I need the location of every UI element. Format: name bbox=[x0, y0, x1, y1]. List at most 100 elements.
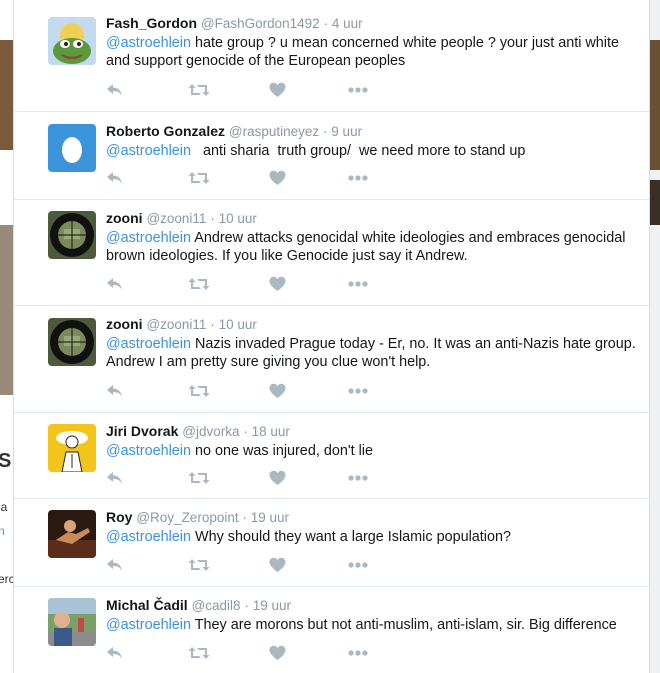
tweet[interactable]: Michal Čadil @cadil8 · 19 uur @astroehle… bbox=[14, 587, 649, 673]
cartoon-avatar[interactable] bbox=[48, 424, 96, 472]
retweet-icon bbox=[188, 647, 210, 659]
tweet-author-handle[interactable]: @FashGordon1492 bbox=[201, 16, 320, 31]
reply-button[interactable] bbox=[106, 168, 124, 188]
default-egg-avatar[interactable] bbox=[48, 124, 96, 172]
like-icon bbox=[269, 383, 286, 398]
tweet-author-handle[interactable]: @jdvorka bbox=[182, 424, 239, 439]
mention-link[interactable]: @astroehlein bbox=[106, 35, 191, 51]
tweet-timestamp[interactable]: 10 uur bbox=[219, 317, 257, 332]
tweet[interactable]: Fash_Gordon @FashGordon1492 · 4 uur @ast… bbox=[14, 0, 649, 112]
photo-avatar[interactable] bbox=[48, 510, 96, 558]
scope-avatar[interactable] bbox=[48, 211, 96, 259]
tweet-text: @astroehlein hate group ? u mean concern… bbox=[106, 34, 637, 70]
retweet-button[interactable] bbox=[188, 468, 210, 488]
like-button[interactable] bbox=[269, 468, 286, 488]
like-button[interactable] bbox=[269, 643, 286, 663]
reply-icon bbox=[107, 559, 122, 571]
retweet-icon bbox=[188, 84, 210, 96]
background-text-fragment: ia bbox=[0, 500, 8, 514]
tweet[interactable]: Jiri Dvorak @jdvorka · 18 uur @astroehle… bbox=[14, 413, 649, 499]
background-image-fragment bbox=[650, 40, 660, 170]
mention-link[interactable]: @astroehlein bbox=[106, 529, 191, 545]
retweet-button[interactable] bbox=[188, 168, 210, 188]
tweet-author-name[interactable]: Fash_Gordon bbox=[106, 15, 197, 31]
more-button[interactable] bbox=[348, 80, 368, 100]
tweet-timestamp[interactable]: 9 uur bbox=[331, 124, 362, 139]
tweet[interactable]: Roberto Gonzalez @rasputineyez · 9 uur @… bbox=[14, 112, 649, 200]
like-button[interactable] bbox=[269, 168, 286, 188]
more-icon bbox=[348, 650, 368, 656]
outdoor-avatar[interactable] bbox=[48, 598, 96, 646]
tweet-timestamp[interactable]: 18 uur bbox=[252, 424, 290, 439]
tweet-text: @astroehlein Why should they want a larg… bbox=[106, 528, 637, 546]
more-button[interactable] bbox=[348, 274, 368, 294]
more-button[interactable] bbox=[348, 643, 368, 663]
background-image-fragment bbox=[650, 180, 660, 225]
retweet-button[interactable] bbox=[188, 381, 210, 401]
reply-icon bbox=[107, 472, 122, 484]
more-button[interactable] bbox=[348, 381, 368, 401]
mention-link[interactable]: @astroehlein bbox=[106, 443, 191, 459]
tweet-body: Why should they want a large Islamic pop… bbox=[191, 529, 511, 545]
reply-button[interactable] bbox=[106, 468, 124, 488]
more-button[interactable] bbox=[348, 468, 368, 488]
tweet-body: anti sharia truth group/ we need more to… bbox=[191, 143, 526, 159]
like-button[interactable] bbox=[269, 555, 286, 575]
like-button[interactable] bbox=[269, 274, 286, 294]
mention-link[interactable]: @astroehlein bbox=[106, 143, 191, 159]
like-button[interactable] bbox=[269, 80, 286, 100]
reply-button[interactable] bbox=[106, 381, 124, 401]
tweet-text: @astroehlein Nazis invaded Prague today … bbox=[106, 335, 637, 371]
retweet-icon bbox=[188, 385, 210, 397]
retweet-icon bbox=[188, 172, 210, 184]
more-button[interactable] bbox=[348, 555, 368, 575]
tweet-author-name[interactable]: Roberto Gonzalez bbox=[106, 123, 225, 139]
tweet-author-name[interactable]: Jiri Dvorak bbox=[106, 423, 178, 439]
tweet[interactable]: zooni @zooni11 · 10 uur @astroehlein And… bbox=[14, 200, 649, 306]
tweet-author-handle[interactable]: @Roy_Zeropoint bbox=[136, 510, 238, 525]
like-icon bbox=[269, 557, 286, 572]
retweet-icon bbox=[188, 278, 210, 290]
background-text-fragment: S bbox=[0, 450, 12, 472]
tweet-timestamp[interactable]: 4 uur bbox=[332, 16, 363, 31]
frog-avatar[interactable] bbox=[48, 17, 96, 65]
mention-link[interactable]: @astroehlein bbox=[106, 230, 191, 246]
more-button[interactable] bbox=[348, 168, 368, 188]
reply-icon bbox=[107, 385, 122, 397]
tweet-author-handle[interactable]: @zooni11 bbox=[146, 211, 206, 226]
like-button[interactable] bbox=[269, 381, 286, 401]
tweet-author-name[interactable]: Roy bbox=[106, 509, 132, 525]
background-left-edge: S ia n erc bbox=[0, 0, 15, 673]
tweet-timestamp[interactable]: 19 uur bbox=[253, 598, 291, 613]
more-icon bbox=[348, 388, 368, 394]
mention-link[interactable]: @astroehlein bbox=[106, 617, 191, 633]
retweet-icon bbox=[188, 472, 210, 484]
reply-button[interactable] bbox=[106, 80, 124, 100]
tweet[interactable]: Roy @Roy_Zeropoint · 19 uur @astroehlein… bbox=[14, 499, 649, 587]
more-icon bbox=[348, 281, 368, 287]
reply-icon bbox=[107, 172, 122, 184]
retweet-button[interactable] bbox=[188, 274, 210, 294]
like-icon bbox=[269, 645, 286, 660]
tweet-timestamp[interactable]: 10 uur bbox=[219, 211, 257, 226]
tweet-author-name[interactable]: Michal Čadil bbox=[106, 597, 188, 613]
retweet-button[interactable] bbox=[188, 643, 210, 663]
like-icon bbox=[269, 276, 286, 291]
like-icon bbox=[269, 470, 286, 485]
reply-button[interactable] bbox=[106, 555, 124, 575]
tweet-author-name[interactable]: zooni bbox=[106, 210, 143, 226]
mention-link[interactable]: @astroehlein bbox=[106, 336, 191, 352]
background-image-fragment bbox=[0, 40, 13, 150]
retweet-button[interactable] bbox=[188, 555, 210, 575]
reply-button[interactable] bbox=[106, 643, 124, 663]
tweet-text: @astroehlein They are morons but not ant… bbox=[106, 616, 637, 634]
tweet-author-handle[interactable]: @cadil8 bbox=[192, 598, 241, 613]
tweet-author-handle[interactable]: @rasputineyez bbox=[229, 124, 319, 139]
reply-button[interactable] bbox=[106, 274, 124, 294]
tweet-author-name[interactable]: zooni bbox=[106, 316, 143, 332]
scope-avatar[interactable] bbox=[48, 318, 96, 366]
tweet-author-handle[interactable]: @zooni11 bbox=[146, 317, 206, 332]
tweet[interactable]: zooni @zooni11 · 10 uur @astroehlein Naz… bbox=[14, 306, 649, 413]
retweet-button[interactable] bbox=[188, 80, 210, 100]
tweet-timestamp[interactable]: 19 uur bbox=[251, 510, 289, 525]
